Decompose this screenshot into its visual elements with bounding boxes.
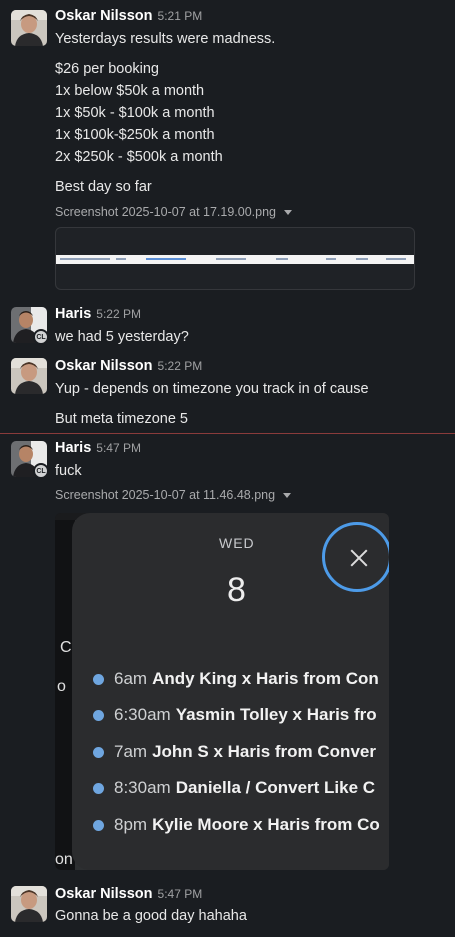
- avatar-oskar[interactable]: [11, 10, 47, 46]
- avatar-oskar[interactable]: [11, 358, 47, 394]
- event-title: Daniella / Convert Like C: [175, 778, 376, 797]
- message-text: fuck: [55, 463, 82, 479]
- message-text: Yesterdays results were madness.: [55, 31, 276, 47]
- cl-badge: CL: [33, 329, 49, 345]
- message-header: Haris 5:47 PM: [55, 440, 141, 456]
- author-name[interactable]: Haris: [55, 440, 91, 456]
- calendar-event: 8pm Kylie Moore x Haris from Co: [93, 815, 380, 835]
- weekday-label: WED: [219, 535, 255, 551]
- chevron-down-icon[interactable]: [283, 493, 292, 499]
- message-text: 1x $100k-$250k a month: [55, 127, 215, 143]
- event-title: John S x Haris from Conver: [152, 742, 376, 761]
- message-text: Yup - depends on timezone you track in o…: [55, 381, 369, 397]
- timestamp[interactable]: 5:22 PM: [96, 307, 141, 321]
- timestamp[interactable]: 5:21 PM: [158, 9, 203, 23]
- author-name[interactable]: Oskar Nilsson: [55, 358, 153, 374]
- event-title: Andy King x Haris from Con: [152, 669, 379, 688]
- day-number: 8: [227, 571, 246, 609]
- author-name[interactable]: Oskar Nilsson: [55, 886, 153, 902]
- timestamp[interactable]: 5:47 PM: [96, 441, 141, 455]
- event-dot-icon: [93, 783, 104, 795]
- background-text: on: [55, 851, 73, 868]
- event-time: 8pm: [114, 815, 148, 834]
- close-button[interactable]: [322, 522, 389, 592]
- message-header: Haris 5:22 PM: [55, 306, 141, 322]
- author-name[interactable]: Oskar Nilsson: [55, 8, 153, 24]
- event-dot-icon: [93, 674, 104, 686]
- attachment-name[interactable]: Screenshot 2025-10-07 at 11.46.48.png: [55, 488, 292, 502]
- event-dot-icon: [93, 710, 104, 722]
- message-text: we had 5 yesterday?: [55, 329, 189, 345]
- event-title: Yasmin Tolley x Haris fro: [175, 705, 377, 724]
- message-text: 1x $50k - $100k a month: [55, 105, 215, 121]
- attachment-filename: Screenshot 2025-10-07 at 17.19.00.png: [55, 205, 277, 219]
- calendar-event: 7am John S x Haris from Conver: [93, 742, 376, 762]
- attachment-filename: Screenshot 2025-10-07 at 11.46.48.png: [55, 488, 276, 502]
- calendar-event: 8:30am Daniella / Convert Like C: [93, 778, 375, 798]
- background-text: o: [57, 678, 66, 695]
- message-text: But meta timezone 5: [55, 411, 188, 427]
- event-time: 6am: [114, 669, 148, 688]
- event-time: 8:30am: [114, 778, 171, 797]
- close-icon: [350, 549, 368, 567]
- timestamp[interactable]: 5:22 PM: [158, 359, 203, 373]
- message-text: 1x below $50k a month: [55, 83, 205, 99]
- chevron-down-icon[interactable]: [284, 210, 293, 216]
- spreadsheet-strip: [56, 255, 414, 264]
- event-title: Kylie Moore x Haris from Co: [152, 815, 380, 834]
- calendar-event: 6am Andy King x Haris from Con: [93, 669, 379, 689]
- screenshot-preview[interactable]: [55, 227, 415, 290]
- calendar-day-popup: WED 8 6am Andy King x Haris from Con 6:30…: [72, 513, 389, 870]
- event-time: 6:30am: [114, 705, 171, 724]
- message-header: Oskar Nilsson 5:22 PM: [55, 358, 202, 374]
- avatar-oskar[interactable]: [11, 886, 47, 922]
- attachment-name[interactable]: Screenshot 2025-10-07 at 17.19.00.png: [55, 205, 293, 219]
- event-time: 7am: [114, 742, 148, 761]
- event-dot-icon: [93, 747, 104, 759]
- message-header: Oskar Nilsson 5:47 PM: [55, 886, 202, 902]
- message-text: 2x $250k - $500k a month: [55, 149, 223, 165]
- screenshot-preview[interactable]: C o on WED 8 6am Andy King x Haris from C…: [55, 513, 389, 870]
- background-text: C: [60, 639, 72, 656]
- timestamp[interactable]: 5:47 PM: [158, 887, 203, 901]
- message-text: $26 per booking: [55, 61, 159, 77]
- message-text: Best day so far: [55, 179, 152, 195]
- event-dot-icon: [93, 820, 104, 832]
- message-text: Gonna be a good day hahaha: [55, 908, 247, 924]
- message-feed[interactable]: Oskar Nilsson 5:21 PM Yesterdays results …: [0, 0, 455, 937]
- message-header: Oskar Nilsson 5:21 PM: [55, 8, 202, 24]
- author-name[interactable]: Haris: [55, 306, 91, 322]
- cl-badge: CL: [33, 463, 49, 479]
- calendar-event: 6:30am Yasmin Tolley x Haris fro: [93, 705, 377, 725]
- new-messages-divider: [0, 433, 455, 434]
